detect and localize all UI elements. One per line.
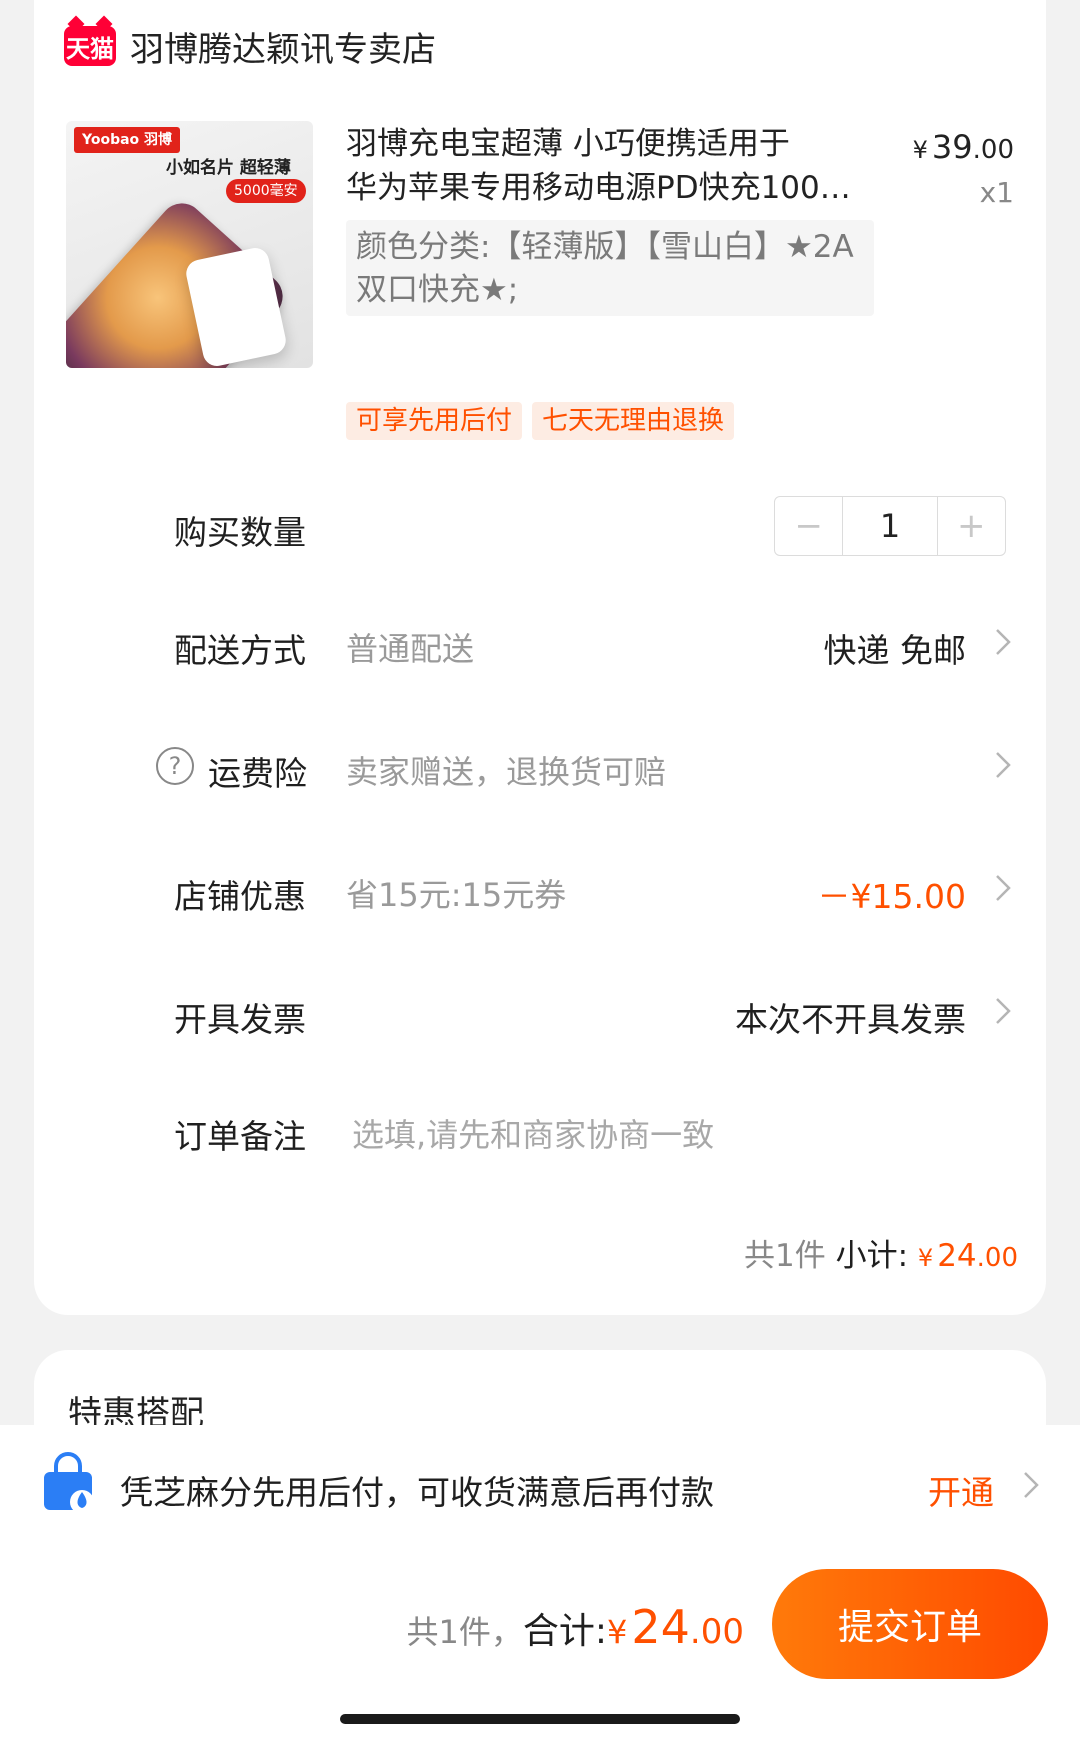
product-quantity: x1 bbox=[979, 176, 1014, 209]
price-currency: ¥ bbox=[912, 136, 928, 164]
help-question-glyph: ? bbox=[168, 752, 182, 780]
delivery-method: 普通配送 bbox=[346, 630, 475, 668]
thumbnail-spec-badge: 5000毫安 bbox=[226, 179, 306, 203]
product-price: ¥39.00 bbox=[913, 128, 1014, 166]
subtotal-decimal: .00 bbox=[976, 1243, 1018, 1273]
pay-later-open-link[interactable]: 开通 bbox=[928, 1466, 994, 1514]
invoice-value[interactable]: 本次不开具发票 bbox=[735, 993, 966, 1041]
tmall-logo: 天猫 bbox=[64, 26, 116, 66]
product-thumbnail[interactable]: Yoobao 羽博 小如名片 超轻薄 5000毫安 bbox=[66, 121, 313, 368]
home-indicator[interactable] bbox=[340, 1714, 740, 1724]
insurance-description: 卖家赠送，退换货可赔 bbox=[346, 753, 667, 791]
subtotal-currency: ¥ bbox=[917, 1244, 934, 1272]
product-title[interactable]: 羽博充电宝超薄 小巧便携适用于 华为苹果专用移动电源PD快充100… bbox=[346, 122, 876, 210]
delivery-label: 配送方式 bbox=[174, 631, 306, 670]
shop-discount-label: 店铺优惠 bbox=[174, 877, 306, 916]
total-label: 合计: bbox=[522, 1611, 608, 1652]
tag-seven-day-return: 七天无理由退换 bbox=[532, 402, 735, 440]
delivery-chevron-right-icon[interactable] bbox=[994, 627, 1012, 657]
quantity-stepper: − 1 + bbox=[774, 496, 1006, 556]
help-question-icon[interactable]: ? bbox=[156, 747, 194, 785]
subtotal-label: 小计: bbox=[835, 1238, 909, 1274]
total-amount: ¥24.00 bbox=[607, 1600, 744, 1654]
quantity-input[interactable]: 1 bbox=[842, 497, 938, 555]
total-decimal: .00 bbox=[689, 1612, 744, 1652]
quantity-plus-button[interactable]: + bbox=[938, 497, 1005, 555]
tag-pay-later: 可享先用后付 bbox=[346, 402, 523, 440]
tmall-badge-text: 天猫 bbox=[66, 34, 114, 63]
submit-order-button[interactable]: 提交订单 bbox=[772, 1569, 1048, 1679]
subtotal-amount: ¥24.00 bbox=[918, 1238, 1018, 1274]
pay-later-text: 凭芝麻分先用后付，可收货满意后再付款 bbox=[120, 1473, 714, 1512]
delivery-value[interactable]: 快递 免邮 bbox=[824, 624, 967, 672]
pay-later-chevron-right-icon[interactable] bbox=[1022, 1470, 1040, 1500]
sku-line1: 颜色分类:【轻薄版】【雪山白】★2A bbox=[356, 229, 854, 265]
invoice-label: 开具发票 bbox=[174, 1000, 306, 1039]
total-integer: 24 bbox=[631, 1600, 690, 1654]
price-integer: 39 bbox=[931, 128, 973, 166]
order-total: 共1件，合计:¥24.00 bbox=[407, 1600, 745, 1654]
subtotal: 共1件 小计: ¥24.00 bbox=[744, 1230, 1018, 1275]
shop-name[interactable]: 羽博腾达颖讯专卖店 bbox=[130, 22, 436, 71]
shop-discount-coupon: 省15元:15元券 bbox=[346, 876, 567, 914]
product-title-line1: 羽博充电宝超薄 小巧便携适用于 bbox=[346, 126, 790, 162]
subtotal-integer: 24 bbox=[937, 1238, 977, 1274]
total-count: 共1件， bbox=[406, 1613, 523, 1651]
discount-chevron-right-icon[interactable] bbox=[994, 873, 1012, 903]
order-note-label: 订单备注 bbox=[174, 1117, 306, 1156]
insurance-chevron-right-icon[interactable] bbox=[994, 750, 1012, 780]
shop-discount-amount[interactable]: －¥15.00 bbox=[818, 870, 966, 918]
sku-line2: 双口快充★; bbox=[356, 272, 519, 308]
thumbnail-tagline: 小如名片 超轻薄 bbox=[166, 158, 291, 178]
order-note-input[interactable]: 选填,请先和商家协商一致 bbox=[352, 1110, 714, 1156]
subtotal-count: 共1件 bbox=[744, 1238, 826, 1274]
pay-later-bag-icon bbox=[36, 1452, 100, 1516]
total-currency: ¥ bbox=[607, 1613, 628, 1651]
price-decimal: .00 bbox=[972, 135, 1014, 165]
quantity-minus-button[interactable]: − bbox=[775, 497, 842, 555]
thumbnail-brand-label: Yoobao 羽博 bbox=[74, 127, 181, 153]
product-title-line2: 华为苹果专用移动电源PD快充100… bbox=[346, 170, 851, 206]
invoice-chevron-right-icon[interactable] bbox=[994, 996, 1012, 1026]
insurance-label: 运费险 bbox=[208, 754, 307, 793]
quantity-label: 购买数量 bbox=[174, 513, 306, 552]
sku-selector[interactable]: 颜色分类:【轻薄版】【雪山白】★2A 双口快充★; bbox=[346, 220, 874, 316]
